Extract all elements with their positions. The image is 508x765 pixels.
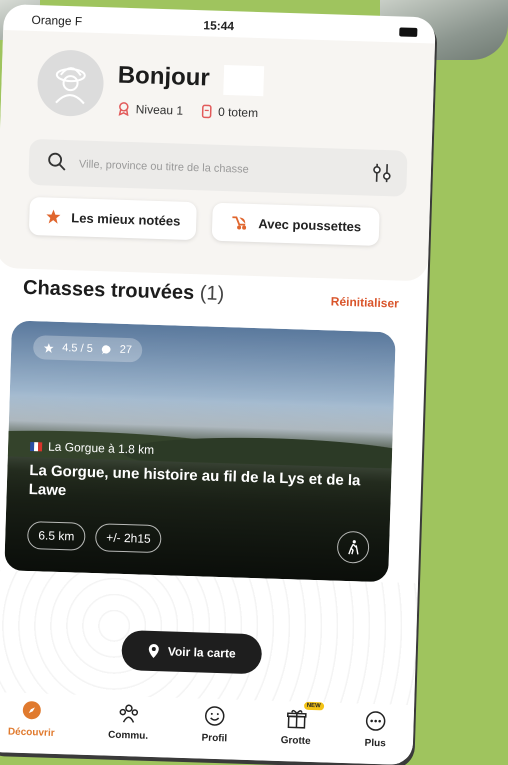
medal-icon (117, 102, 131, 116)
filter-chip-label: Les mieux notées (71, 210, 181, 228)
comment-count: 27 (120, 344, 133, 356)
view-map-button[interactable]: Voir la carte (121, 630, 262, 674)
gift-icon (285, 707, 308, 730)
tab-commu[interactable]: Commu. (108, 702, 149, 742)
filter-chip-strollers[interactable]: Avec poussettes (212, 203, 380, 246)
results-heading: Chasses trouvées (1) (23, 277, 225, 306)
filter-chip-label: Avec poussettes (258, 216, 361, 234)
carrier-label: Orange F (31, 13, 82, 29)
card-title: La Gorgue, une histoire au fil de la Lys… (28, 461, 369, 510)
status-time: 15:44 (203, 18, 234, 33)
duration-tag: +/- 2h15 (95, 523, 162, 553)
name-mask (223, 65, 264, 96)
tab-label: Plus (364, 738, 385, 750)
tab-label: Commu. (108, 730, 148, 742)
star-icon (43, 342, 54, 353)
tab-label: Profil (201, 733, 227, 745)
filter-chips: Les mieux notées Avec poussettes (29, 197, 380, 246)
tab-plus[interactable]: Plus (364, 710, 387, 750)
results-count: (1) (199, 282, 224, 305)
phone-screen: Orange F 15:44 Bonjour Niveau 1 (0, 4, 436, 765)
greeting-title: Bonjour (117, 62, 210, 93)
reset-button[interactable]: Réinitialiser (331, 294, 399, 310)
header-panel: Bonjour Niveau 1 0 totem (0, 30, 435, 281)
tab-grotte[interactable]: NEW Grotte (280, 707, 311, 747)
battery-icon (399, 27, 417, 37)
totem-icon (201, 104, 213, 118)
more-icon (365, 710, 388, 733)
tab-profil[interactable]: Profil (201, 705, 228, 745)
tab-label: Découvrir (8, 726, 55, 738)
hunt-card[interactable]: 4.5 / 5 27 La Gorgue à 1.8 km La Gorgue,… (4, 320, 396, 582)
level-label: Niveau 1 (136, 102, 184, 117)
community-icon (117, 702, 140, 725)
level-badge: Niveau 1 (117, 102, 184, 118)
results-title: Chasses trouvées (23, 277, 195, 304)
map-pin-icon (148, 644, 160, 658)
tab-label: Grotte (280, 735, 310, 747)
distance-tag: 6.5 km (27, 521, 86, 551)
card-tags: 6.5 km +/- 2h15 (27, 521, 162, 553)
new-badge: NEW (304, 702, 324, 711)
hiker-icon (337, 531, 370, 564)
explorer-avatar-icon (48, 60, 93, 105)
tab-decouvrir[interactable]: Découvrir (8, 698, 56, 738)
stroller-icon (230, 214, 248, 231)
france-flag-icon (30, 442, 42, 451)
search-input[interactable] (77, 152, 352, 185)
comment-icon (101, 344, 112, 355)
search-icon (47, 151, 68, 172)
filter-chip-best-rated[interactable]: Les mieux notées (29, 197, 197, 240)
view-map-label: Voir la carte (168, 644, 236, 660)
totem-badge: 0 totem (201, 104, 258, 120)
avatar[interactable] (37, 49, 105, 117)
filter-sliders-icon[interactable] (371, 162, 394, 185)
totem-label: 0 totem (218, 105, 258, 120)
rating-pill: 4.5 / 5 27 (33, 335, 143, 362)
smiley-icon (204, 705, 227, 728)
search-bar[interactable] (28, 139, 407, 197)
star-icon (45, 208, 61, 224)
bottom-tab-bar: Découvrir Commu. Profil (0, 692, 414, 765)
rating-value: 4.5 / 5 (62, 342, 93, 355)
user-badges: Niveau 1 0 totem (117, 102, 259, 120)
compass-icon (21, 699, 44, 722)
